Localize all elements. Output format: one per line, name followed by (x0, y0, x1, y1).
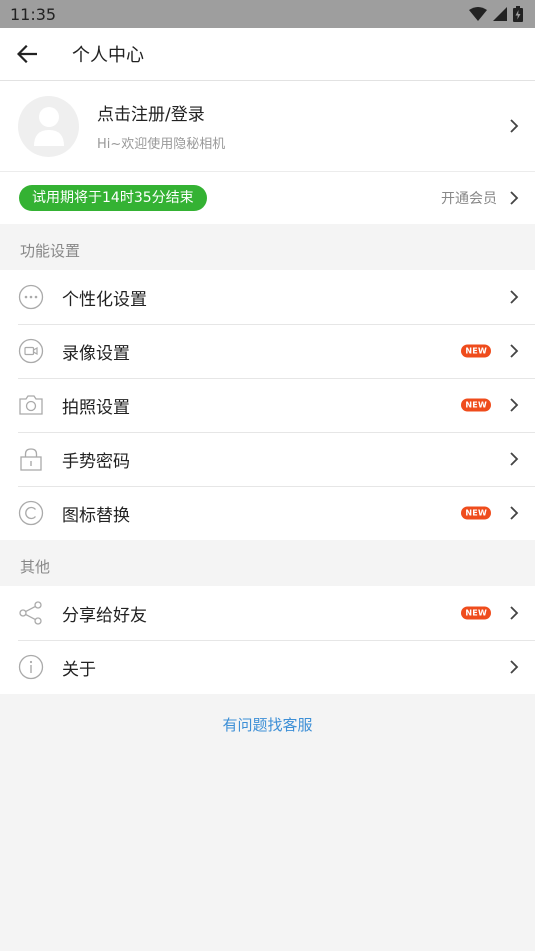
menu-item-label: 图标替换 (62, 505, 130, 526)
share-icon (18, 600, 44, 626)
section-header-features: 功能设置 (20, 242, 81, 260)
info-icon (18, 654, 44, 680)
avatar (18, 95, 79, 157)
menu-item-personalize[interactable]: 个性化设置 (0, 270, 535, 324)
features-menu: 个性化设置 录像设置 NEW 拍照设置 NEW 手势密码 图标替换 NEW (0, 270, 535, 540)
battery-icon (513, 6, 523, 22)
status-bar: 11:35 (0, 0, 535, 28)
customer-service-link[interactable]: 有问题找客服 (0, 714, 535, 735)
back-button[interactable] (0, 28, 54, 81)
new-badge: NEW (461, 344, 491, 358)
menu-item-gesture-password[interactable]: 手势密码 (0, 432, 535, 486)
chevron-right-icon (510, 119, 519, 133)
status-time: 11:35 (10, 4, 57, 24)
copyright-icon (18, 500, 44, 526)
menu-item-share[interactable]: 分享给好友 NEW (0, 586, 535, 640)
menu-item-icon-replace[interactable]: 图标替换 NEW (0, 486, 535, 540)
menu-item-label: 录像设置 (62, 343, 130, 364)
profile-login-row[interactable]: 点击注册/登录 Hi~欢迎使用隐秘相机 (0, 81, 535, 171)
lock-icon (18, 446, 44, 472)
menu-item-label: 个性化设置 (62, 289, 147, 310)
status-icons (469, 6, 523, 22)
chevron-right-icon (510, 191, 519, 205)
app-bar: 个人中心 (0, 28, 535, 81)
menu-item-label: 关于 (62, 659, 96, 680)
new-badge: NEW (461, 398, 491, 412)
menu-item-photo-settings[interactable]: 拍照设置 NEW (0, 378, 535, 432)
chevron-right-icon (510, 506, 519, 520)
menu-item-about[interactable]: 关于 (0, 640, 535, 694)
menu-item-label: 手势密码 (62, 451, 130, 472)
chevron-right-icon (510, 660, 519, 674)
cell-signal-icon (493, 7, 507, 21)
welcome-text: Hi~欢迎使用隐秘相机 (97, 137, 226, 152)
chevron-right-icon (510, 398, 519, 412)
arrow-left-icon (17, 45, 37, 63)
chevron-right-icon (510, 290, 519, 304)
menu-item-video-settings[interactable]: 录像设置 NEW (0, 324, 535, 378)
trial-badge: 试用期将于14时35分结束 (19, 185, 207, 211)
new-badge: NEW (461, 506, 491, 520)
wifi-icon (469, 7, 487, 21)
chevron-right-icon (510, 344, 519, 358)
vip-row[interactable]: 试用期将于14时35分结束 开通会员 (0, 171, 535, 224)
other-menu: 分享给好友 NEW 关于 (0, 586, 535, 694)
video-camera-icon (18, 338, 44, 364)
page-title: 个人中心 (72, 45, 144, 66)
chevron-right-icon (510, 452, 519, 466)
login-prompt: 点击注册/登录 (97, 105, 205, 125)
more-dots-icon (18, 284, 44, 310)
section-header-other: 其他 (20, 558, 51, 576)
user-icon (33, 107, 64, 146)
menu-item-label: 分享给好友 (62, 605, 147, 626)
new-badge: NEW (461, 606, 491, 620)
open-vip-link[interactable]: 开通会员 (441, 188, 497, 208)
camera-icon (18, 392, 44, 418)
chevron-right-icon (510, 606, 519, 620)
menu-item-label: 拍照设置 (62, 397, 130, 418)
